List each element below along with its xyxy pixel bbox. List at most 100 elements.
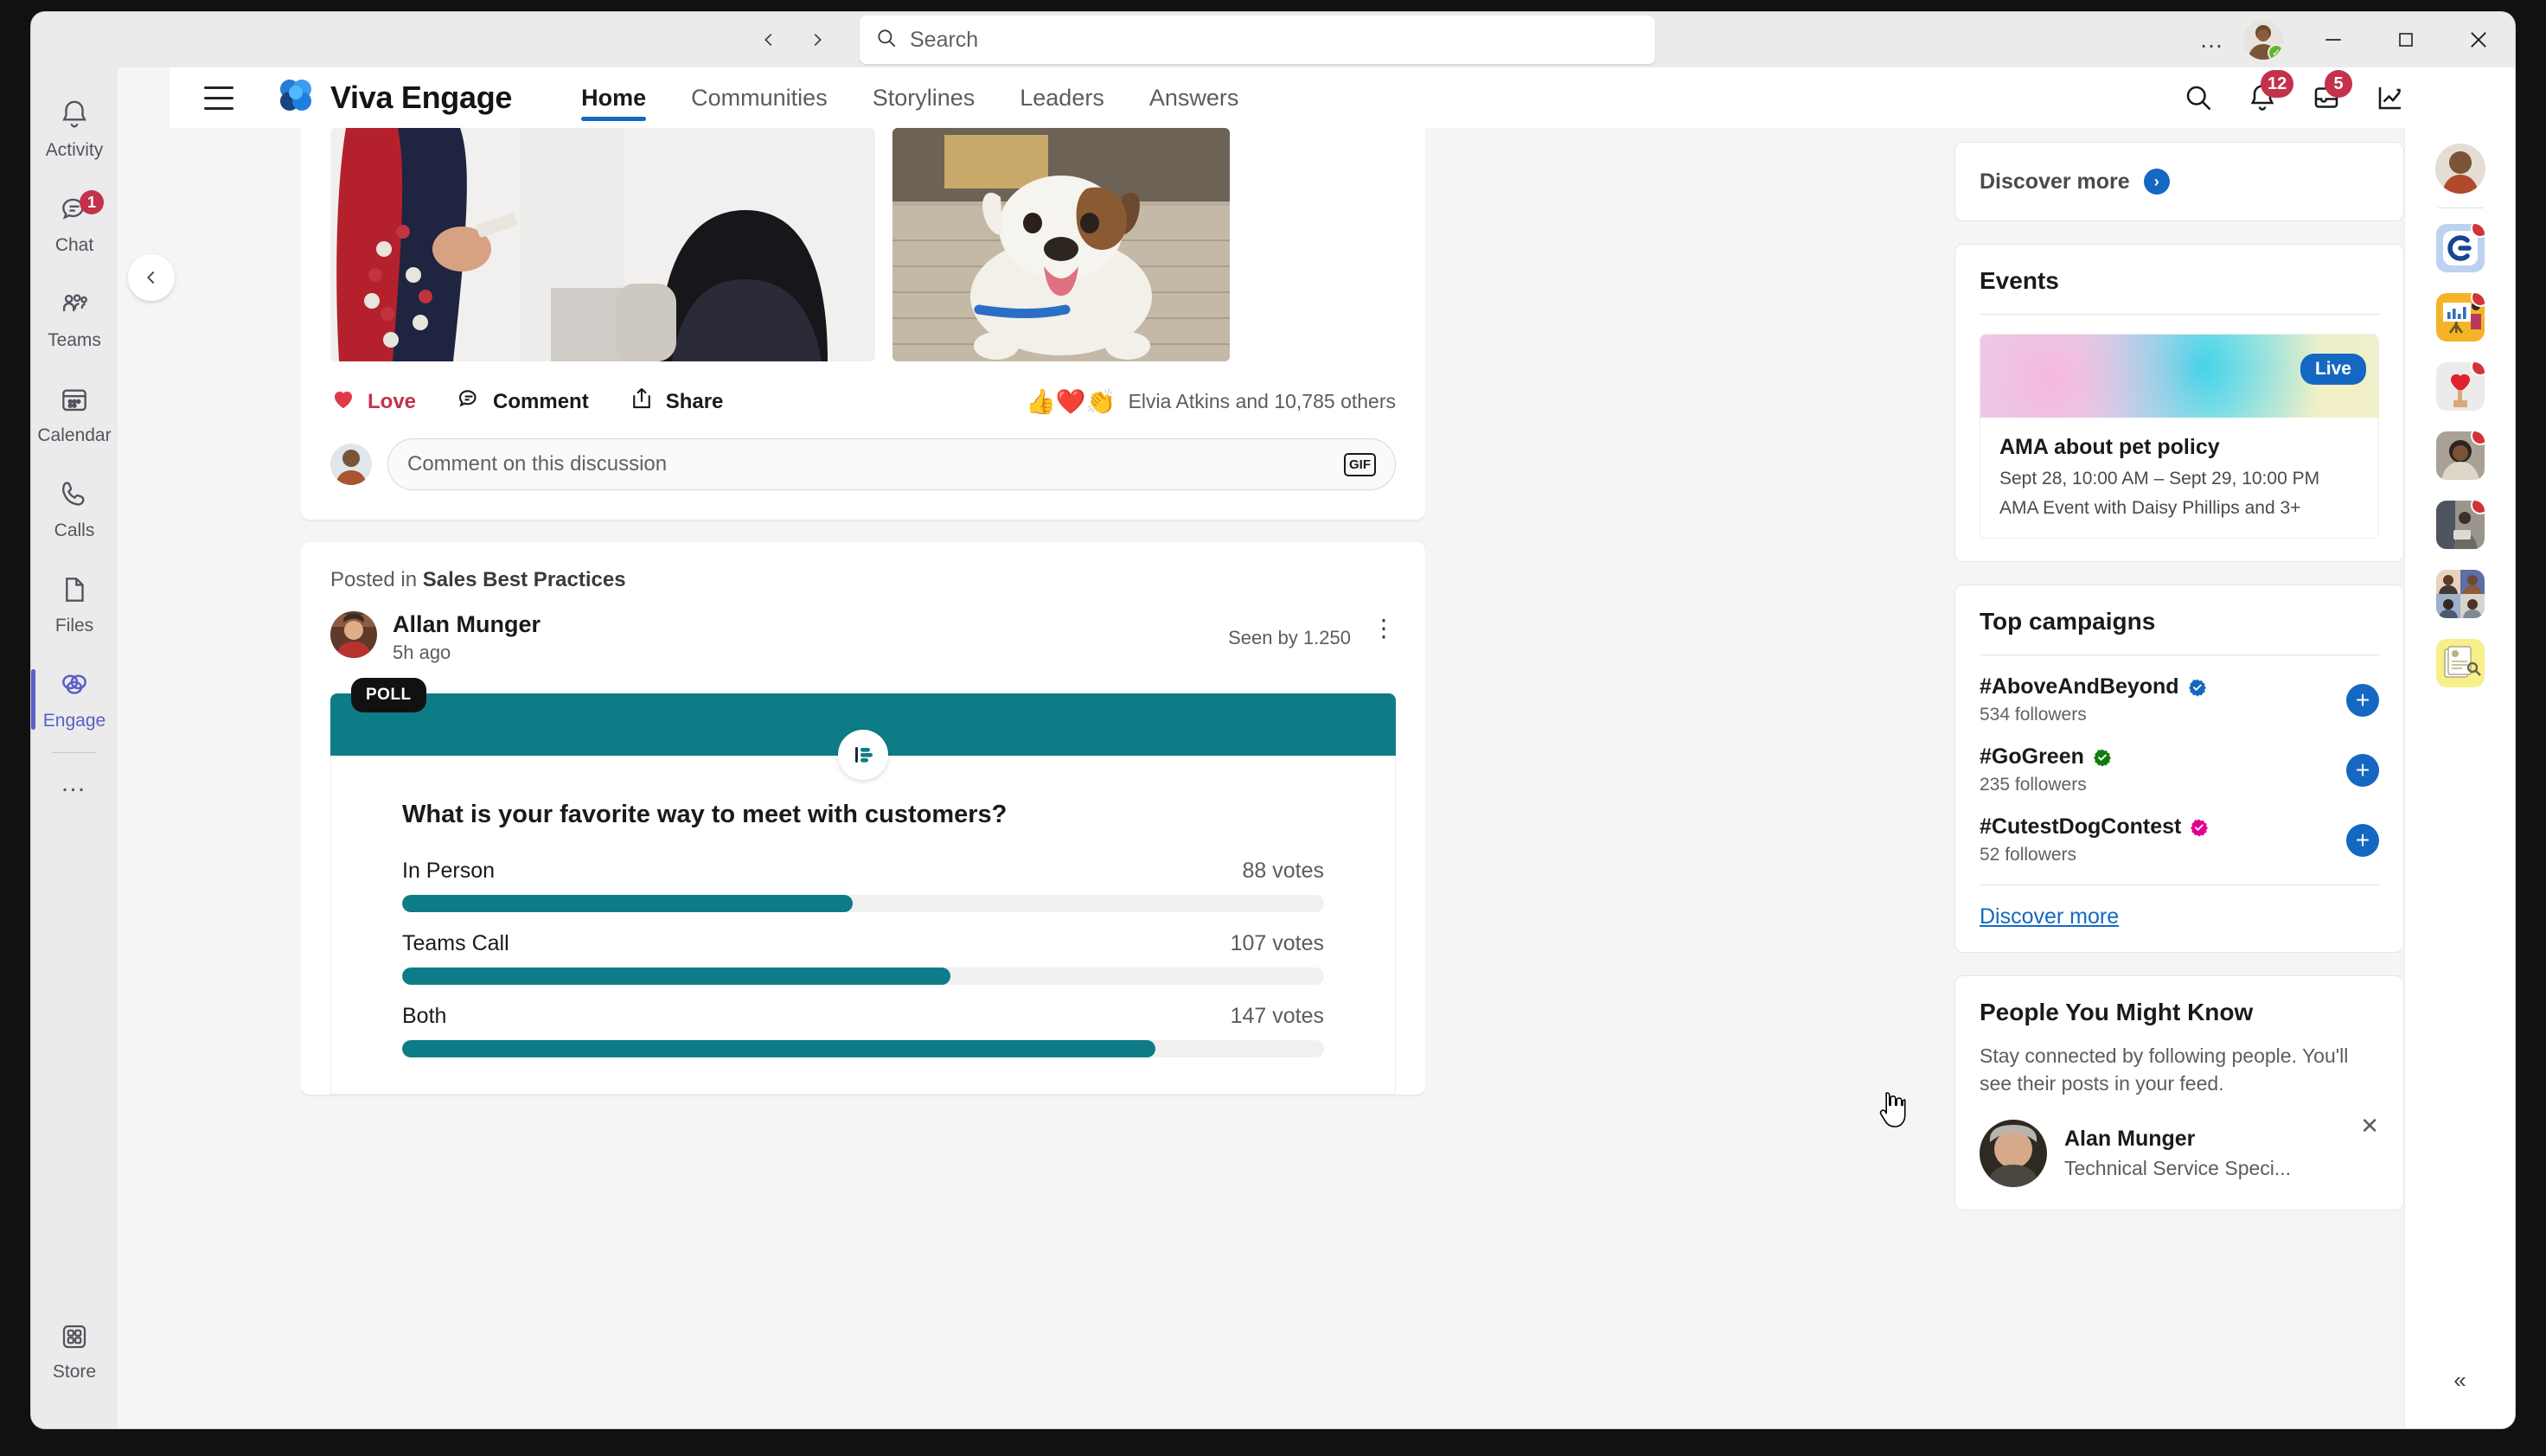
sidebar-item-calendar[interactable]: Calendar <box>31 367 118 462</box>
follow-campaign-button[interactable]: + <box>2346 753 2379 787</box>
pymk-title: People You Might Know <box>1980 999 2254 1025</box>
divider <box>1980 314 2379 315</box>
sidebar-item-chat[interactable]: 1 Chat <box>31 176 118 271</box>
post-media <box>301 128 1425 361</box>
inbox-icon[interactable]: 5 <box>2307 70 2352 117</box>
post-image-office[interactable] <box>330 128 875 361</box>
forward-button[interactable] <box>803 25 832 54</box>
comment-input[interactable]: Comment on this discussion GIF <box>387 438 1396 490</box>
top-campaigns-card: Top campaigns #AboveAndBeyond 534 follow… <box>1954 584 2404 953</box>
collapse-rail-button[interactable]: « <box>2453 1367 2466 1394</box>
more-icon[interactable] <box>2435 79 2473 117</box>
close-button[interactable] <box>2442 12 2515 67</box>
post-more-options-button[interactable]: ⋮ <box>1372 611 1396 641</box>
campaign-item[interactable]: #CutestDogContest 52 followers + <box>1980 814 2379 865</box>
people-you-might-know-card: People You Might Know Stay connected by … <box>1954 975 2404 1211</box>
love-button[interactable]: Love <box>330 386 416 418</box>
sidebar-item-engage[interactable]: Engage <box>31 652 118 747</box>
nav-arrows <box>754 25 832 54</box>
analytics-icon[interactable] <box>2371 79 2409 117</box>
pymk-person[interactable]: Alan Munger Technical Service Speci... ✕ <box>1980 1113 2379 1188</box>
poll-bar-fill <box>402 967 950 985</box>
post-image-dog[interactable] <box>892 128 1230 361</box>
people-grid-icon[interactable] <box>2435 570 2485 618</box>
post-author[interactable]: Allan Munger <box>393 611 541 638</box>
rail-more-button[interactable]: … <box>31 753 118 814</box>
heart-hand-icon[interactable] <box>2435 362 2485 411</box>
share-label: Share <box>665 389 724 413</box>
follow-campaign-button[interactable]: + <box>2346 823 2379 857</box>
collapse-feed-button[interactable] <box>128 254 175 301</box>
poll-bar-track <box>402 1040 1324 1057</box>
file-icon <box>58 573 91 610</box>
avatar[interactable] <box>330 611 377 658</box>
sidebar-item-label: Chat <box>54 234 94 255</box>
event-date: Sept 28, 10:00 AM – Sept 29, 10:00 PM <box>1999 469 2320 489</box>
avatar[interactable]: ✓ <box>2243 20 2283 60</box>
close-icon[interactable]: ✕ <box>2360 1113 2379 1140</box>
comment-button[interactable]: Comment <box>456 386 589 418</box>
documents-icon[interactable] <box>2435 639 2485 687</box>
titlebar-more-button[interactable]: … <box>2186 19 2238 61</box>
sidebar-item-teams[interactable]: Teams <box>31 271 118 367</box>
poll-option-votes: 107 votes <box>1230 931 1324 955</box>
minimize-button[interactable] <box>2297 12 2370 67</box>
brand: Viva Engage <box>275 75 512 121</box>
sidebar-item-label: Calls <box>54 520 95 540</box>
poll-option-votes: 88 votes <box>1242 859 1324 883</box>
reactions-summary[interactable]: 👍❤️👏 Elvia Atkins and 10,785 others <box>1026 387 1396 416</box>
event-item[interactable]: Live AMA about pet policy Sept 28, 10:00… <box>1980 334 2379 539</box>
feed-column: Love Comment Share 👍❤️👏 Elvia Atkins and… <box>301 128 1425 1428</box>
sidebar-item-files[interactable]: Files <box>31 557 118 652</box>
sidebar-item-calls[interactable]: Calls <box>31 462 118 557</box>
tab-communities[interactable]: Communities <box>668 67 850 128</box>
pymk-meta: Alan Munger Technical Service Speci... <box>2064 1120 2291 1180</box>
discover-more-link[interactable]: Discover more <box>1980 904 2119 929</box>
pymk-subtitle: Stay connected by following people. You'… <box>1980 1044 2349 1095</box>
posted-in: Posted in Sales Best Practices <box>301 542 1425 592</box>
poll-body: What is your favorite way to meet with c… <box>330 756 1396 1095</box>
presentation-icon[interactable] <box>2435 293 2485 342</box>
share-icon <box>629 386 655 418</box>
person-photo-icon[interactable] <box>2435 431 2485 480</box>
comment-icon <box>456 386 482 418</box>
tab-answers[interactable]: Answers <box>1127 67 1262 128</box>
bell-icon <box>58 98 91 135</box>
post-action-bar: Love Comment Share 👍❤️👏 Elvia Atkins and… <box>301 361 1425 426</box>
viva-engage-logo-icon <box>275 75 317 121</box>
tab-storylines[interactable]: Storylines <box>850 67 998 128</box>
reaction-emojis: 👍❤️👏 <box>1025 388 1116 415</box>
poll-option[interactable]: In Person 88 votes <box>402 859 1324 912</box>
poll-header-banner <box>330 693 1396 780</box>
poll-option[interactable]: Teams Call 107 votes <box>402 931 1324 985</box>
avatar[interactable] <box>2434 144 2485 194</box>
pymk-name: Alan Munger <box>2064 1127 2196 1152</box>
campaign-item[interactable]: #AboveAndBeyond 534 followers + <box>1980 674 2379 725</box>
sidebar-item-activity[interactable]: Activity <box>31 81 118 176</box>
share-button[interactable]: Share <box>629 386 724 418</box>
company-c-icon[interactable] <box>2435 224 2485 272</box>
people-laptop-icon[interactable] <box>2435 501 2485 549</box>
engage-icon <box>58 668 91 706</box>
back-button[interactable] <box>754 25 784 54</box>
community-link[interactable]: Sales Best Practices <box>423 568 626 591</box>
maximize-button[interactable] <box>2370 12 2442 67</box>
posted-in-prefix: Posted in <box>330 568 423 591</box>
tab-home[interactable]: Home <box>559 67 668 128</box>
follow-campaign-button[interactable]: + <box>2346 683 2379 717</box>
tab-leaders[interactable]: Leaders <box>997 67 1127 128</box>
gif-button[interactable]: GIF <box>1344 452 1376 476</box>
event-title: AMA about pet policy <box>1999 435 2220 459</box>
hamburger-icon[interactable] <box>195 74 242 121</box>
sidebar-item-store[interactable]: Store <box>31 1304 118 1399</box>
search-input[interactable]: Search <box>860 16 1655 64</box>
poll-option[interactable]: Both 147 votes <box>402 1004 1324 1057</box>
poll-badge: POLL <box>351 678 426 712</box>
avatar <box>330 444 372 485</box>
notifications-icon[interactable]: 12 <box>2243 70 2294 117</box>
search-icon[interactable] <box>2179 79 2217 117</box>
discover-more-row[interactable]: Discover more › <box>1980 169 2379 195</box>
discover-more-card[interactable]: Discover more › <box>1954 142 2404 221</box>
comment-label: Comment <box>493 389 589 413</box>
campaign-item[interactable]: #GoGreen 235 followers + <box>1980 744 2379 795</box>
